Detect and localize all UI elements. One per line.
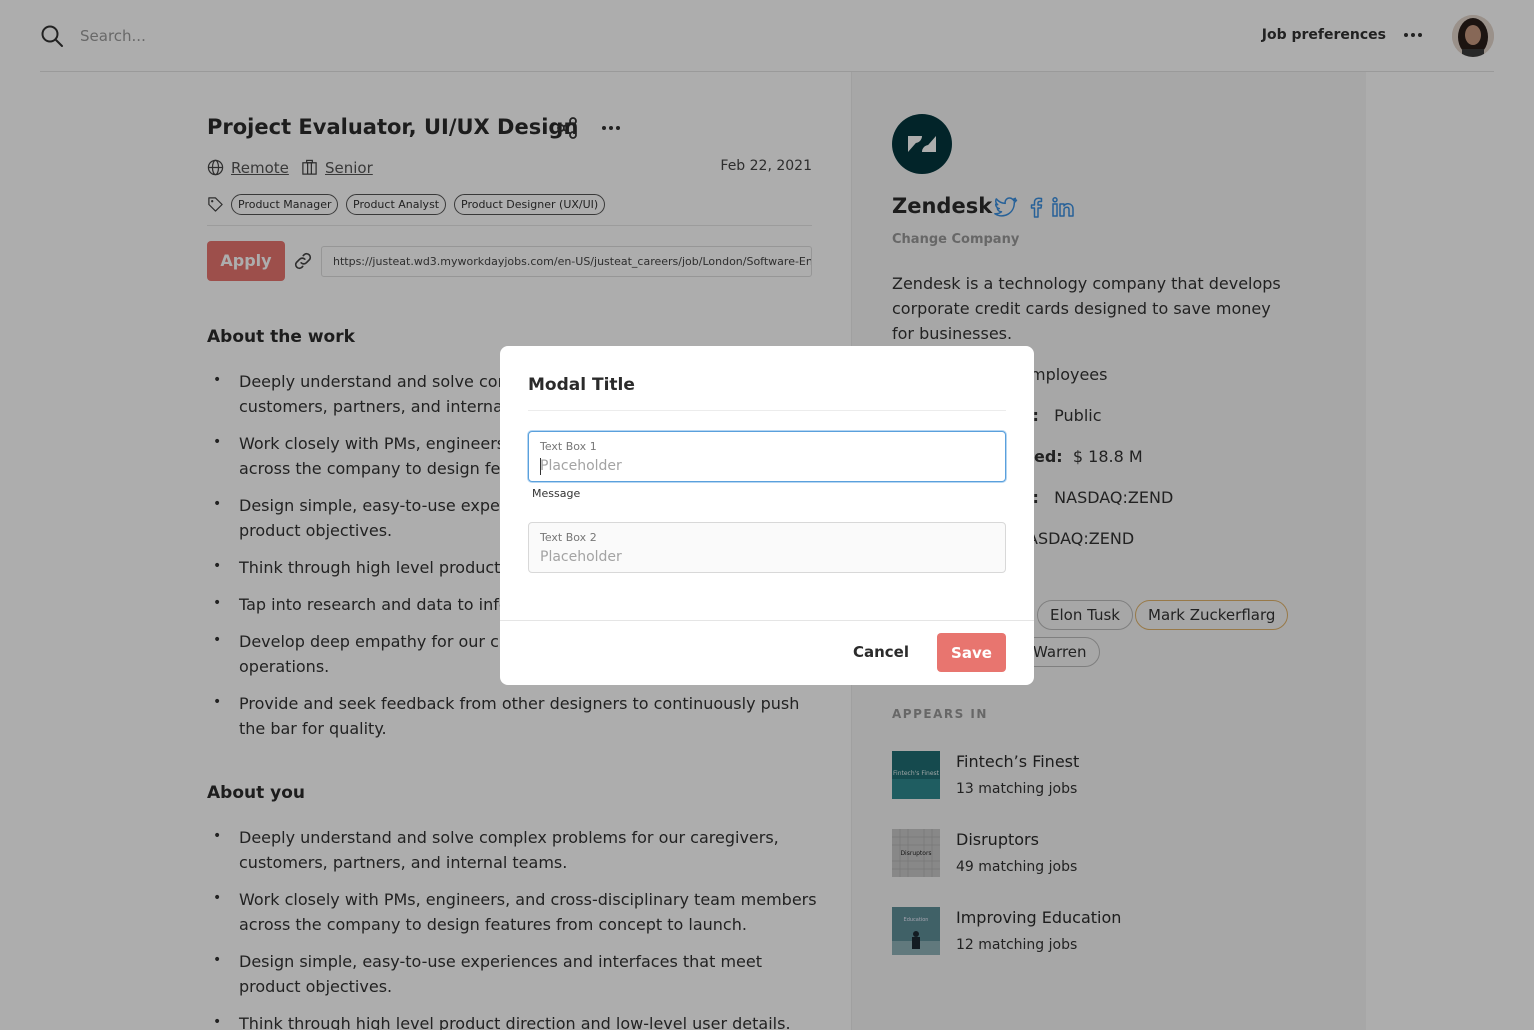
text-box-1-label: Text Box 1 xyxy=(540,440,597,453)
divider xyxy=(500,620,1034,621)
text-box-1-placeholder: Placeholder xyxy=(540,458,622,474)
text-box-1[interactable]: Text Box 1 Placeholder xyxy=(528,431,1006,482)
cancel-button[interactable]: Cancel xyxy=(846,633,916,671)
text-box-2-placeholder: Placeholder xyxy=(540,549,622,565)
modal-dialog: Modal Title Text Box 1 Placeholder Messa… xyxy=(500,346,1034,685)
text-box-2[interactable]: Text Box 2 Placeholder xyxy=(528,522,1006,573)
save-button[interactable]: Save xyxy=(937,633,1006,672)
modal-title: Modal Title xyxy=(528,375,635,395)
divider xyxy=(528,410,1006,411)
helper-message: Message xyxy=(532,487,581,500)
text-box-2-label: Text Box 2 xyxy=(540,531,597,544)
